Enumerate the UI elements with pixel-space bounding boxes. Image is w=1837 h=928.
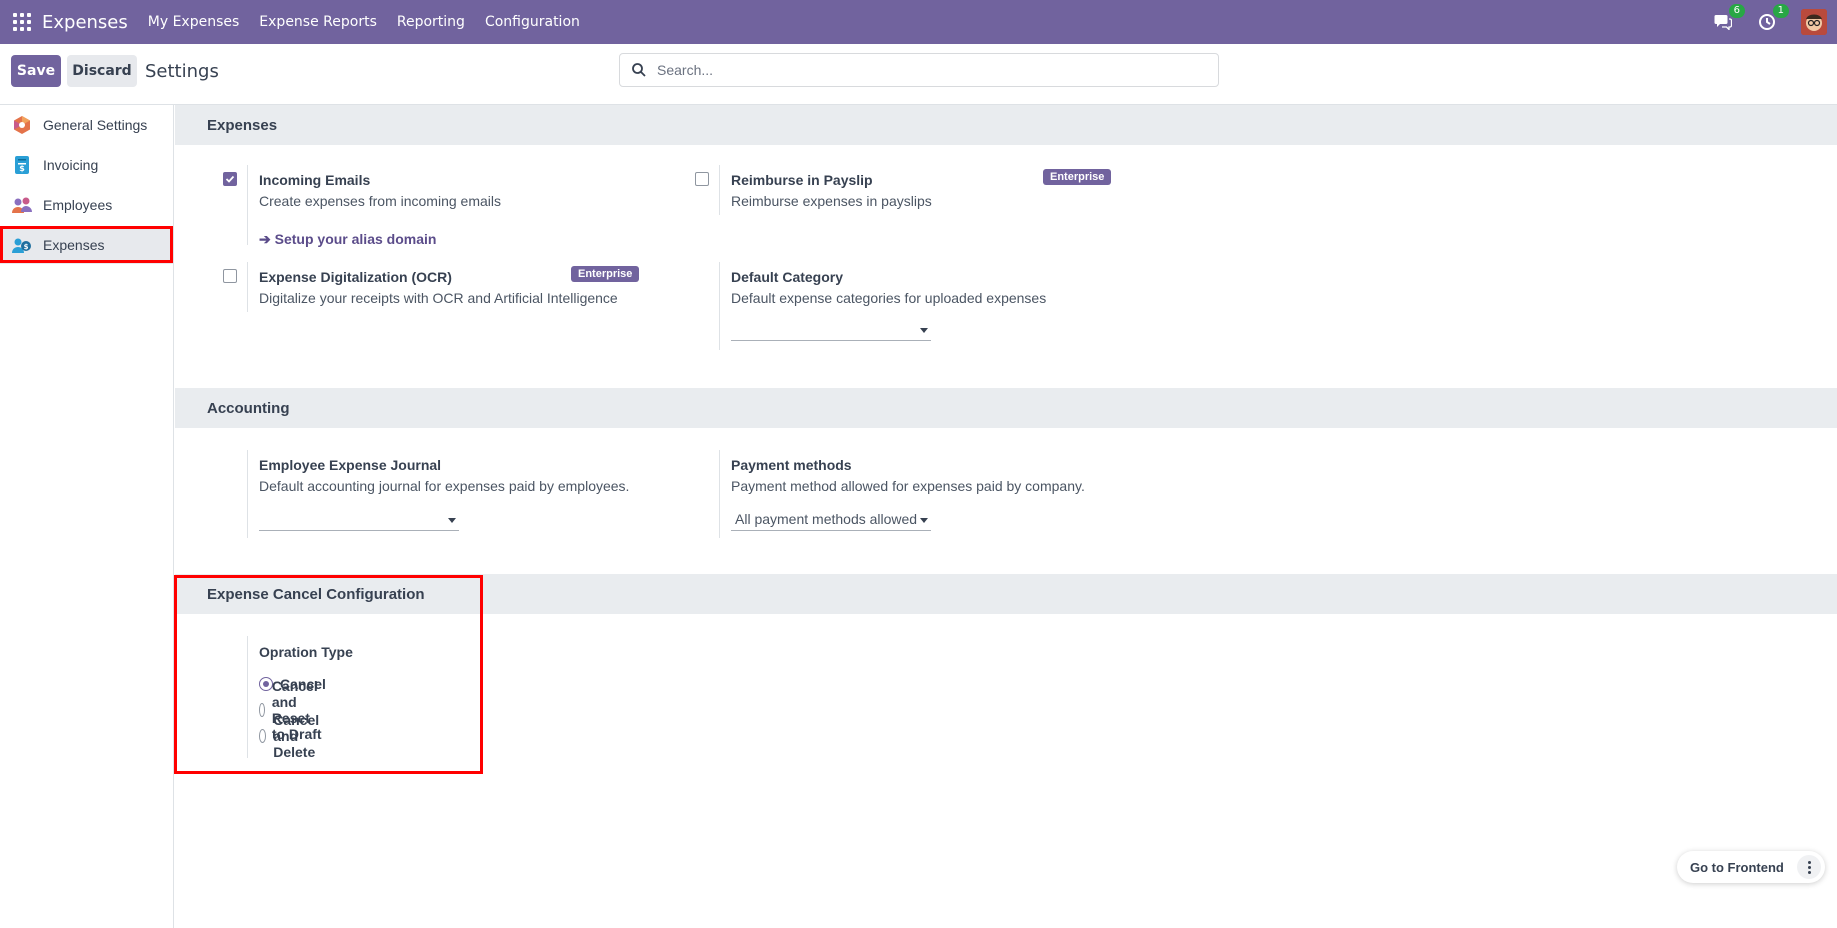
invoicing-icon: $ <box>11 154 33 176</box>
systray: 6 1 <box>1713 0 1837 44</box>
payment-methods-select[interactable]: All payment methods allowed <box>731 509 931 531</box>
sidebar-item-invoicing[interactable]: $ Invoicing <box>0 146 173 184</box>
top-navbar: Expenses My Expenses Expense Reports Rep… <box>0 0 1837 44</box>
incoming-emails-checkbox[interactable] <box>223 172 237 186</box>
payment-methods-title: Payment methods <box>731 457 852 473</box>
setup-alias-domain-label: Setup your alias domain <box>274 231 437 247</box>
user-avatar[interactable] <box>1801 9 1827 35</box>
incoming-emails-desc: Create expenses from incoming emails <box>259 193 501 209</box>
sidebar-item-label: Expenses <box>43 237 105 253</box>
journal-select[interactable] <box>259 509 459 531</box>
enterprise-badge[interactable]: Enterprise <box>1043 169 1112 185</box>
settings-content: Expenses Incoming Emails Create expenses… <box>175 105 1837 928</box>
svg-text:$: $ <box>24 243 29 251</box>
reimburse-payslip-checkbox[interactable] <box>695 172 709 186</box>
incoming-emails-title: Incoming Emails <box>259 172 371 188</box>
employees-icon <box>11 194 33 216</box>
ocr-checkbox[interactable] <box>223 269 237 283</box>
default-category-title: Default Category <box>731 269 844 285</box>
payment-methods-value: All payment methods allowed <box>735 511 918 527</box>
journal-title: Employee Expense Journal <box>259 457 442 473</box>
arrow-right-icon: ➔ <box>259 231 275 247</box>
svg-text:$: $ <box>19 164 25 173</box>
settings-sidebar: General Settings $ Invoicing Employees $… <box>0 105 174 928</box>
default-category-select[interactable] <box>731 319 931 341</box>
control-panel: Save Discard Settings <box>0 44 1837 105</box>
ocr-title: Expense Digitalization (OCR) <box>259 269 452 285</box>
sidebar-item-general-settings[interactable]: General Settings <box>0 106 173 144</box>
setup-alias-domain-link[interactable]: ➔ Setup your alias domain <box>259 231 436 248</box>
chevron-down-icon <box>920 328 928 333</box>
messages-icon[interactable]: 6 <box>1713 4 1745 32</box>
section-accounting-header: Accounting <box>175 388 1837 428</box>
messages-count-badge: 6 <box>1728 4 1745 18</box>
search-box <box>619 53 1219 87</box>
reimburse-payslip-title: Reimburse in Payslip <box>731 172 873 188</box>
sidebar-item-label: General Settings <box>43 117 148 133</box>
sidebar-item-expenses[interactable]: $ Expenses <box>0 226 173 264</box>
save-button[interactable]: Save <box>11 55 61 87</box>
payment-methods-desc: Payment method allowed for expenses paid… <box>731 478 1085 494</box>
ocr-desc: Digitalize your receipts with OCR and Ar… <box>259 290 618 306</box>
section-expenses-header: Expenses <box>175 105 1837 145</box>
menu-expense-reports[interactable]: Expense Reports <box>259 14 377 30</box>
more-options-icon[interactable] <box>1797 855 1821 879</box>
activities-count-badge: 1 <box>1772 4 1789 18</box>
search-icon <box>632 63 646 77</box>
default-category-desc: Default expense categories for uploaded … <box>731 290 1047 306</box>
reimburse-payslip-desc: Reimburse expenses in payslips <box>731 193 932 209</box>
menu-configuration[interactable]: Configuration <box>485 14 580 30</box>
expenses-icon: $ <box>11 234 33 256</box>
app-brand[interactable]: Expenses <box>42 12 128 33</box>
app-menu-icon[interactable] <box>13 13 31 31</box>
sidebar-item-label: Invoicing <box>43 157 99 173</box>
check-icon <box>225 175 235 183</box>
operation-type-title: Opration Type <box>259 644 353 660</box>
journal-desc: Default accounting journal for expenses … <box>259 478 630 494</box>
menu-reporting[interactable]: Reporting <box>397 14 465 30</box>
radio-option-cancel-delete[interactable]: Cancel and Delete <box>259 712 326 760</box>
radio-button[interactable] <box>259 729 267 743</box>
radio-button[interactable] <box>259 703 265 717</box>
sidebar-item-employees[interactable]: Employees <box>0 186 173 224</box>
go-to-frontend-button[interactable]: Go to Frontend <box>1690 860 1784 875</box>
radio-label: Cancel and Delete <box>273 712 320 760</box>
search-input[interactable] <box>657 62 1197 78</box>
discard-button[interactable]: Discard <box>67 55 137 87</box>
menu-my-expenses[interactable]: My Expenses <box>148 14 240 30</box>
sidebar-item-label: Employees <box>43 197 113 213</box>
odoo-logo-icon <box>11 114 33 136</box>
go-to-frontend-widget: Go to Frontend <box>1677 851 1825 883</box>
chevron-down-icon <box>448 518 456 523</box>
enterprise-badge[interactable]: Enterprise <box>571 266 640 282</box>
activities-clock-icon[interactable]: 1 <box>1757 4 1789 32</box>
section-cancel-config-header: Expense Cancel Configuration <box>175 574 1837 614</box>
chevron-down-icon <box>920 518 928 523</box>
breadcrumb: Settings <box>145 61 219 82</box>
